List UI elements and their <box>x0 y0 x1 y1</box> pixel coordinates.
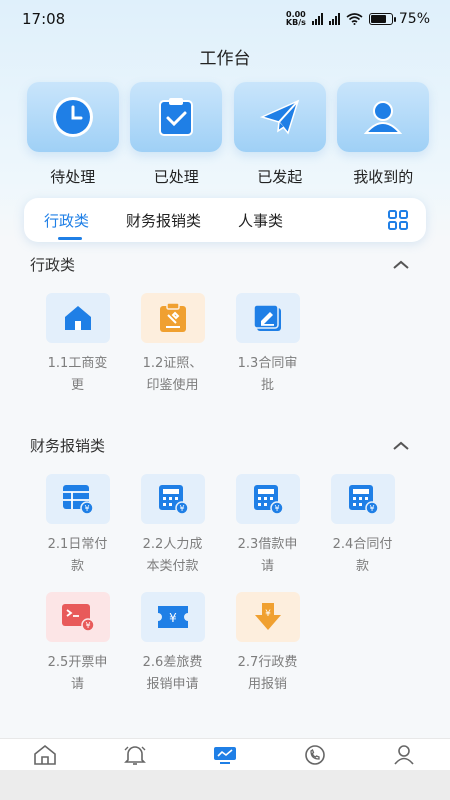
ticket-yuan-icon: ¥ <box>157 606 188 628</box>
bottom-nav <box>0 738 450 770</box>
quick-action-initiated[interactable]: 已发起 <box>228 82 332 187</box>
section-title: 行政类 <box>30 256 76 274</box>
contacts-icon <box>394 744 414 765</box>
house-icon <box>64 306 91 330</box>
app-item-label: 2.2人力成本类付款 <box>142 537 203 574</box>
system-bottom-bar <box>0 770 450 800</box>
app-item[interactable]: 1.1工商变更 <box>30 293 125 397</box>
svg-text:¥: ¥ <box>169 611 177 625</box>
battery-icon <box>368 13 396 25</box>
quick-action-pending[interactable]: 待处理 <box>21 82 125 187</box>
signal-icon <box>311 13 323 25</box>
app-item[interactable]: ¥ 2.3借款申请 <box>220 474 315 578</box>
bell-icon <box>124 745 146 765</box>
app-item[interactable]: 1.2证照、印鉴使用 <box>125 293 220 397</box>
quick-actions: 待处理 已处理 已发起 我收到的 <box>0 82 450 187</box>
svg-text:¥: ¥ <box>274 504 279 513</box>
app-item[interactable]: ¥ 2.1日常付款 <box>30 474 125 578</box>
paper-plane-icon <box>259 99 299 135</box>
app-item-label: 2.3借款申请 <box>237 537 298 574</box>
section-header-admin[interactable]: 行政类 <box>30 254 410 275</box>
quick-action-processed[interactable]: 已处理 <box>125 82 229 187</box>
quick-action-label: 待处理 <box>50 168 96 186</box>
section-items-finance: ¥ 2.1日常付款 ¥ 2.2人力成本类付款 ¥ 2.3借款申请 ¥ 2.4合同… <box>30 474 410 710</box>
chevron-up-icon[interactable] <box>392 441 410 451</box>
quick-action-received[interactable]: 我收到的 <box>332 82 436 187</box>
tab-finance[interactable]: 财务报销类 <box>126 198 201 242</box>
category-tabs: 行政类 财务报销类 人事类 <box>24 198 426 242</box>
app-item-label: 2.5开票申请 <box>47 655 108 692</box>
clipboard-check-icon <box>159 98 194 136</box>
nav-calls[interactable] <box>285 744 345 766</box>
clock-icon <box>52 97 93 137</box>
nav-home[interactable] <box>15 744 75 766</box>
app-item-label: 1.3合同审批 <box>237 356 298 393</box>
app-item[interactable]: ¥ 2.2人力成本类付款 <box>125 474 220 578</box>
calculator-yuan-icon: ¥ <box>158 485 189 515</box>
tab-hr[interactable]: 人事类 <box>238 198 283 242</box>
svg-text:¥: ¥ <box>369 504 374 513</box>
network-speed: 0.00 KB/s <box>286 11 306 27</box>
app-item-label: 2.6差旅费报销申请 <box>142 655 203 692</box>
nav-workbench[interactable] <box>195 745 255 765</box>
app-item[interactable]: ¥ 2.6差旅费报销申请 <box>125 592 220 696</box>
nav-notifications[interactable] <box>105 744 165 766</box>
app-item[interactable]: ¥ 2.4合同付款 <box>315 474 410 578</box>
chevron-up-icon[interactable] <box>392 260 410 270</box>
calculator-yuan-icon: ¥ <box>253 485 284 515</box>
svg-text:¥: ¥ <box>84 504 89 513</box>
battery-percent: 75% <box>398 11 430 27</box>
signal-icon <box>328 13 340 25</box>
seal-document-icon <box>159 302 186 332</box>
quick-action-label: 已处理 <box>153 168 199 186</box>
home-icon <box>34 744 56 765</box>
quick-action-label: 已发起 <box>257 168 303 186</box>
calculator-yuan-icon: ¥ <box>348 485 379 515</box>
status-time: 17:08 <box>22 10 66 28</box>
page-title: 工作台 <box>199 49 251 69</box>
wifi-icon <box>346 13 363 25</box>
download-yuan-icon: ¥ <box>254 603 281 630</box>
network-speed-unit: KB/s <box>285 18 306 27</box>
svg-text:¥: ¥ <box>265 609 271 619</box>
app-item[interactable]: ¥ 2.7行政费用报销 <box>220 592 315 696</box>
phone-icon <box>305 744 325 765</box>
section-header-finance[interactable]: 财务报销类 <box>30 435 410 456</box>
invoice-terminal-icon: ¥ <box>61 604 95 632</box>
app-item-label: 2.1日常付款 <box>47 537 108 574</box>
section-items-admin: 1.1工商变更 1.2证照、印鉴使用 1.3合同审批 <box>30 293 410 411</box>
status-icons: 0.00 KB/s 75% <box>286 11 430 28</box>
workbench-icon <box>214 746 236 764</box>
quick-action-label: 我收到的 <box>353 168 414 186</box>
app-item[interactable]: ¥ 2.5开票申请 <box>30 592 125 696</box>
app-item-label: 1.1工商变更 <box>47 356 108 393</box>
edit-document-icon <box>252 304 281 331</box>
svg-text:¥: ¥ <box>85 621 90 630</box>
app-item[interactable]: 1.3合同审批 <box>220 293 315 397</box>
svg-text:¥: ¥ <box>179 504 184 513</box>
tab-admin[interactable]: 行政类 <box>44 198 89 242</box>
section-title: 财务报销类 <box>30 437 106 455</box>
table-yuan-icon: ¥ <box>62 485 94 515</box>
user-icon <box>364 101 403 134</box>
app-item-label: 2.7行政费用报销 <box>237 655 298 692</box>
status-bar: 17:08 0.00 KB/s 75% <box>0 0 450 38</box>
nav-contacts[interactable] <box>375 744 435 766</box>
app-item-label: 1.2证照、印鉴使用 <box>142 356 203 393</box>
app-item-label: 2.4合同付款 <box>332 537 393 574</box>
grid-icon[interactable] <box>388 210 408 230</box>
